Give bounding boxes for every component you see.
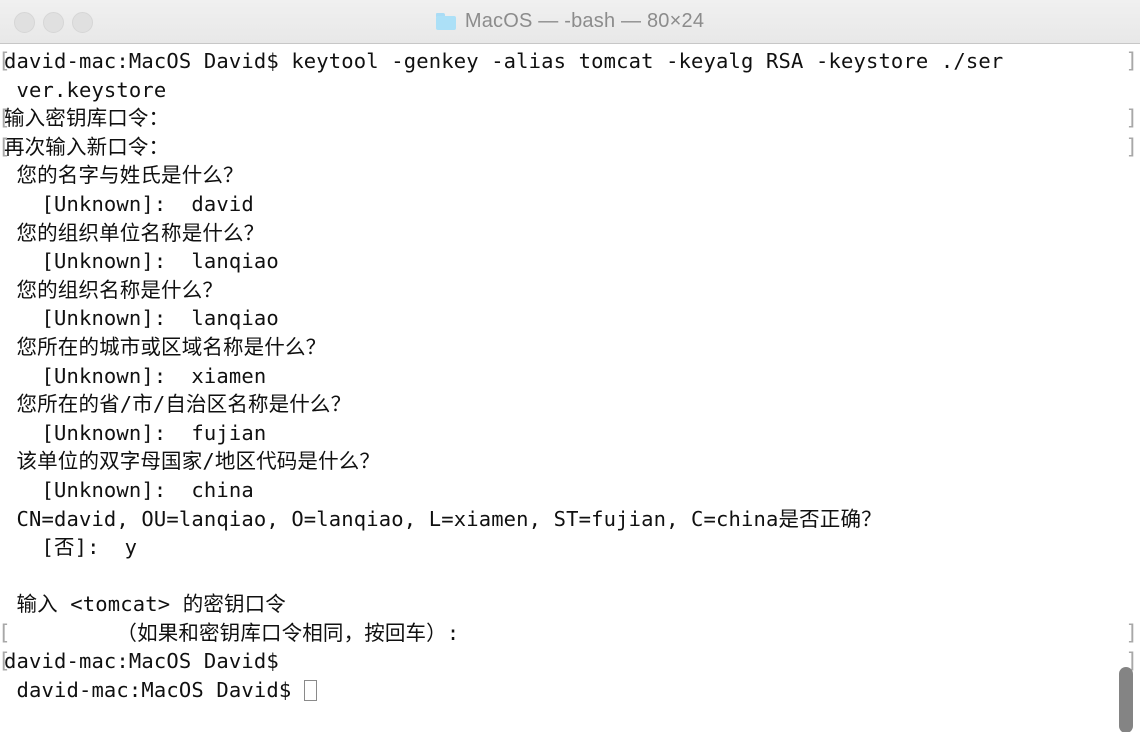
text-cursor — [303, 680, 317, 702]
terminal-line: [Unknown]: china — [0, 476, 1140, 505]
terminal-line: 您的名字与姓氏是什么？ — [0, 161, 1140, 190]
terminal-line: 您的组织单位名称是什么？ — [0, 219, 1140, 248]
terminal-line: [输入密钥库口令： ] — [0, 104, 1140, 133]
terminal-line-text: CN=david, OU=lanqiao, O=lanqiao, L=xiame… — [4, 506, 882, 531]
terminal-line-text: david-mac:MacOS David$ keytool -genkey -… — [4, 49, 1004, 73]
terminal-line-text: [Unknown]: david — [4, 191, 254, 216]
line-wrap-marker-left: [ — [0, 104, 11, 133]
terminal-line: 您所在的城市或区域名称是什么？ — [0, 333, 1140, 362]
terminal-line-text: 您所在的城市或区域名称是什么？ — [4, 334, 327, 359]
window-controls — [14, 0, 93, 44]
terminal-line-text: ver.keystore — [4, 77, 167, 102]
scrollbar[interactable] — [1118, 44, 1140, 732]
minimize-button[interactable] — [43, 11, 64, 33]
line-wrap-marker-left: [ — [0, 47, 11, 76]
terminal-line-text: david-mac:MacOS David$ — [4, 649, 292, 674]
terminal-line-text: 输入 <tomcat> 的密钥口令 — [4, 592, 286, 617]
terminal-line: david-mac:MacOS David$ — [0, 676, 1140, 705]
terminal-line: 您所在的省/市/自治区名称是什么？ — [0, 390, 1140, 419]
terminal-line-text: 该单位的双字母国家/地区代码是什么？ — [4, 449, 381, 474]
terminal-line: [david-mac:MacOS David$ keytool -genkey … — [0, 47, 1140, 76]
line-wrap-marker-left: [ — [0, 619, 11, 648]
terminal-line-text: 您的组织单位名称是什么？ — [4, 220, 265, 245]
terminal-screen[interactable]: [david-mac:MacOS David$ keytool -genkey … — [0, 44, 1140, 732]
terminal-window: MacOS — -bash — 80×24 [david-mac:MacOS D… — [0, 0, 1140, 732]
terminal-line: [Unknown]: lanqiao — [0, 304, 1140, 333]
terminal-line: 该单位的双字母国家/地区代码是什么？ — [0, 447, 1140, 476]
terminal-line: 输入 <tomcat> 的密钥口令 — [0, 590, 1140, 619]
terminal-output: [david-mac:MacOS David$ keytool -genkey … — [0, 44, 1140, 705]
terminal-line: [Unknown]: lanqiao — [0, 247, 1140, 276]
line-wrap-marker-left: [ — [0, 133, 11, 162]
terminal-line: 您的组织名称是什么？ — [0, 276, 1140, 305]
terminal-line: [ （如果和密钥库口令相同，按回车）: ] — [0, 619, 1140, 648]
terminal-line-text: [Unknown]: xiamen — [4, 363, 267, 388]
zoom-button[interactable] — [72, 11, 93, 33]
window-title-area: MacOS — -bash — 80×24 — [435, 10, 705, 33]
terminal-line: [否]: y — [0, 533, 1140, 562]
terminal-line-text: 您所在的省/市/自治区名称是什么？ — [4, 392, 352, 417]
terminal-line-text: 您的名字与姓氏是什么？ — [4, 163, 244, 188]
terminal-line: [再次输入新口令： ] — [0, 133, 1140, 162]
scrollbar-thumb[interactable] — [1119, 667, 1133, 732]
terminal-line: [Unknown]: xiamen — [0, 362, 1140, 391]
terminal-line-text: [Unknown]: lanqiao — [4, 306, 279, 331]
terminal-line-text: 再次输入新口令： — [4, 134, 195, 159]
terminal-line-text: 输入密钥库口令： — [4, 106, 195, 131]
terminal-line-text: [否]: y — [4, 535, 138, 560]
terminal-line: [Unknown]: david — [0, 190, 1140, 219]
line-wrap-marker-left: [ — [0, 647, 11, 676]
terminal-line-text: [Unknown]: lanqiao — [4, 249, 279, 274]
terminal-line: [david-mac:MacOS David$ ] — [0, 647, 1140, 676]
terminal-line: ver.keystore — [0, 76, 1140, 105]
terminal-line: [Unknown]: fujian — [0, 419, 1140, 448]
window-title: MacOS — -bash — 80×24 — [464, 10, 705, 32]
terminal-line-text: 您的组织名称是什么？ — [4, 277, 223, 302]
close-button[interactable] — [14, 11, 35, 33]
terminal-line-text: [Unknown]: china — [4, 477, 254, 502]
folder-icon — [435, 13, 456, 30]
terminal-line-text: david-mac:MacOS David$ — [4, 678, 304, 703]
terminal-line-text: [Unknown]: fujian — [4, 420, 267, 445]
terminal-line-text: （如果和密钥库口令相同，按回车）: — [4, 620, 485, 645]
terminal-line: CN=david, OU=lanqiao, O=lanqiao, L=xiame… — [0, 505, 1140, 534]
title-bar[interactable]: MacOS — -bash — 80×24 — [0, 0, 1140, 44]
